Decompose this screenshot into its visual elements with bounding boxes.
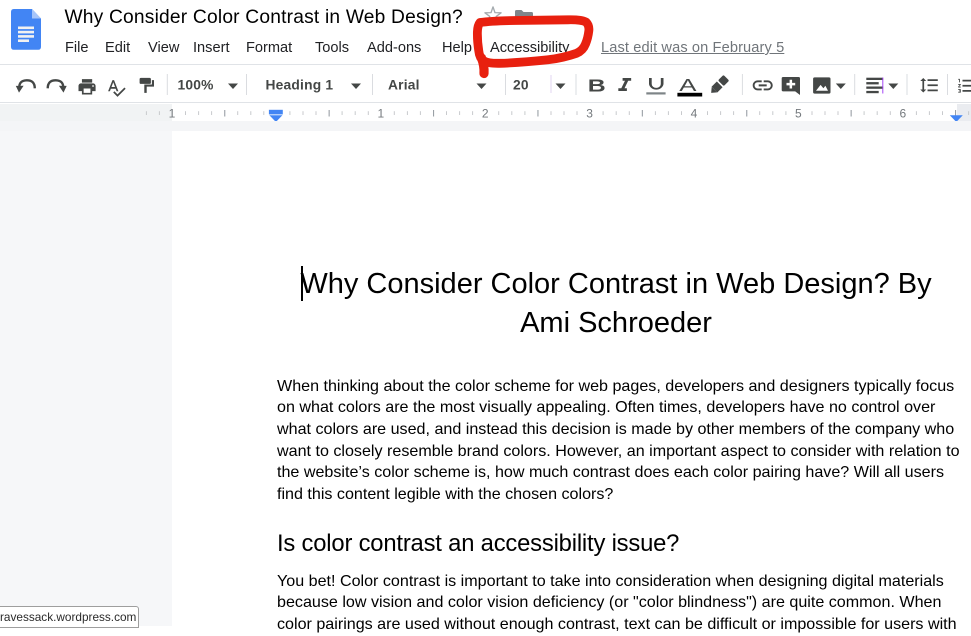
svg-text:Arial: Arial bbox=[388, 78, 420, 93]
svg-text:1: 1 bbox=[377, 107, 384, 121]
svg-text:5: 5 bbox=[795, 107, 802, 121]
svg-text:2: 2 bbox=[482, 107, 489, 121]
svg-text:Heading 1: Heading 1 bbox=[266, 78, 334, 93]
svg-text:6: 6 bbox=[899, 107, 906, 121]
svg-text:A: A bbox=[679, 76, 697, 96]
svg-text:3: 3 bbox=[586, 107, 593, 121]
svg-text:100%: 100% bbox=[178, 78, 214, 93]
svg-text:1: 1 bbox=[169, 107, 176, 121]
svg-text:4: 4 bbox=[691, 107, 698, 121]
